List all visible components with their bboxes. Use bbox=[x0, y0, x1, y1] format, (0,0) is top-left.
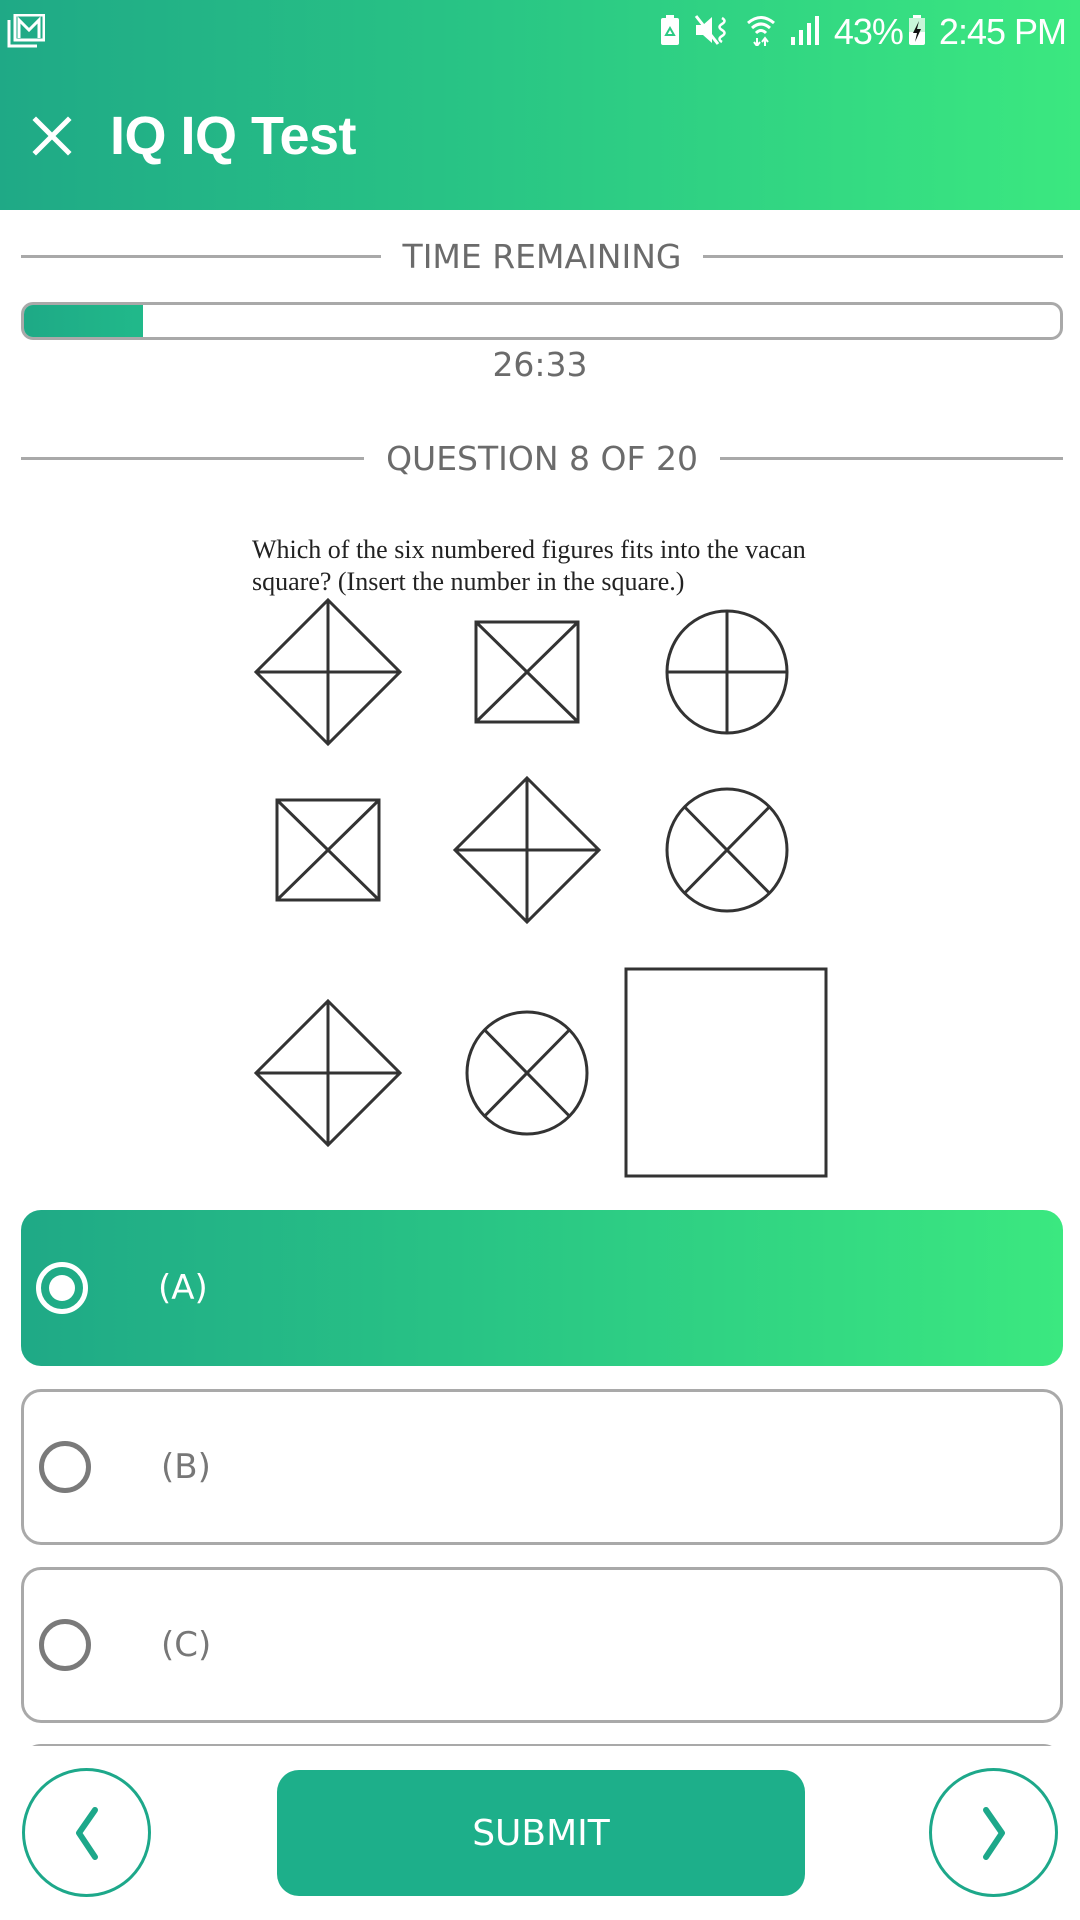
divider bbox=[21, 254, 381, 258]
mail-notification-icon bbox=[7, 13, 46, 48]
battery-percent: 43% bbox=[833, 11, 904, 52]
figure-diamond-cross bbox=[452, 775, 602, 925]
toolbar: IQ IQ Test bbox=[0, 90, 1080, 190]
vacant-answer-square bbox=[624, 967, 828, 1178]
chevron-right-icon bbox=[983, 1807, 1005, 1860]
app-header: 43% 2:45 PM IQ IQ Test bbox=[0, 0, 1080, 210]
time-remaining-heading: TIME REMAINING bbox=[21, 236, 1063, 276]
option-a[interactable]: (A) bbox=[21, 1210, 1063, 1366]
option-c[interactable]: (C) bbox=[21, 1567, 1063, 1723]
figure-vacant-square bbox=[624, 967, 828, 1178]
option-b[interactable]: (B) bbox=[21, 1389, 1063, 1545]
option-label: (B) bbox=[161, 1447, 211, 1487]
page-title: IQ IQ Test bbox=[110, 106, 357, 166]
divider bbox=[703, 254, 1063, 258]
time-remaining-value: 26:33 bbox=[492, 345, 588, 384]
close-icon bbox=[32, 116, 72, 156]
submit-button[interactable]: SUBMIT bbox=[277, 1770, 805, 1896]
cell-signal-icon bbox=[790, 15, 820, 49]
radio-button[interactable] bbox=[39, 1619, 91, 1671]
status-icons: 43% 2:45 PM bbox=[646, 10, 1067, 54]
option-label: (C) bbox=[161, 1625, 212, 1665]
mute-vibrate-icon bbox=[694, 14, 732, 50]
time-remaining-label: TIME REMAINING bbox=[402, 236, 682, 276]
figure-square-x bbox=[275, 798, 381, 902]
status-bar: 43% 2:45 PM bbox=[0, 0, 1080, 64]
figure-square-x bbox=[474, 620, 580, 724]
wifi-icon bbox=[746, 14, 776, 50]
figure-circle-x bbox=[465, 1010, 589, 1136]
question-counter: QUESTION 8 OF 20 bbox=[386, 438, 698, 478]
close-button[interactable] bbox=[28, 112, 76, 160]
next-question-button[interactable] bbox=[929, 1768, 1058, 1897]
question-image: Which of the six numbered figures fits i… bbox=[240, 520, 860, 1185]
battery-charging-icon bbox=[908, 15, 925, 49]
figure-diamond-cross bbox=[253, 597, 403, 747]
figure-diamond-cross bbox=[253, 998, 403, 1148]
battery-saver-icon bbox=[660, 15, 680, 49]
radio-button[interactable] bbox=[36, 1262, 88, 1314]
radio-button[interactable] bbox=[39, 1441, 91, 1493]
divider bbox=[719, 456, 1064, 460]
figure-circle-cross bbox=[665, 609, 789, 735]
question-counter-heading: QUESTION 8 OF 20 bbox=[21, 438, 1064, 478]
option-d[interactable] bbox=[21, 1744, 1063, 1746]
previous-question-button[interactable] bbox=[22, 1768, 151, 1897]
time-progress-bar bbox=[21, 302, 1063, 340]
figure-circle-x bbox=[665, 787, 789, 913]
radio-dot bbox=[49, 1275, 75, 1301]
option-label: (A) bbox=[158, 1268, 208, 1308]
question-figures bbox=[253, 597, 828, 1178]
time-progress-fill bbox=[24, 305, 144, 337]
chevron-left-icon bbox=[76, 1807, 98, 1860]
answer-options-list[interactable]: (A) (B) (C) bbox=[0, 1190, 1080, 1746]
divider bbox=[21, 456, 365, 460]
clock: 2:45 PM bbox=[938, 11, 1067, 52]
